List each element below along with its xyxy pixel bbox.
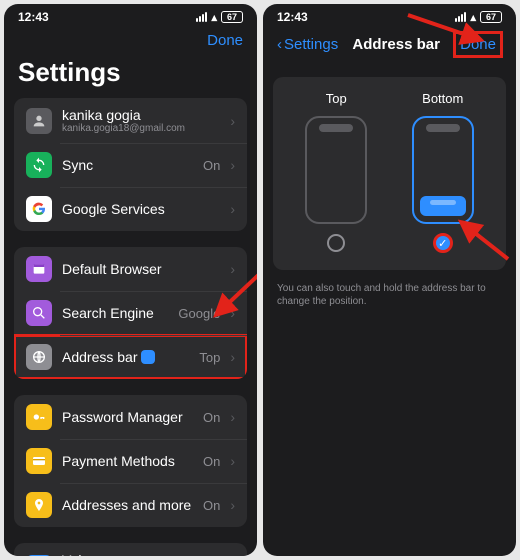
- mock-top-preview: [305, 116, 367, 224]
- sync-label: Sync: [62, 157, 193, 173]
- payment-methods-label: Payment Methods: [62, 453, 193, 469]
- status-bar: 12:43 ▴ 67: [4, 4, 257, 28]
- search-engine-label: Search Engine: [62, 305, 168, 321]
- address-bar-label: Address bar: [62, 349, 189, 365]
- row-default-browser[interactable]: Default Browser ›: [14, 247, 247, 291]
- chevron-icon: ›: [230, 261, 235, 277]
- mic-icon: [26, 555, 52, 556]
- page-title: Address bar: [352, 36, 440, 53]
- phone-address-bar: 12:43 ▴ 67 ‹ Settings Address bar Done T…: [263, 4, 516, 556]
- row-password-manager[interactable]: Password Manager On ›: [14, 395, 247, 439]
- signal-icon: [196, 12, 207, 22]
- group-autofill: Password Manager On › Payment Methods On…: [14, 395, 247, 527]
- address-bar-options: Top Bottom ✓: [273, 77, 506, 270]
- page-title: Settings: [4, 57, 257, 98]
- radio-unchecked-icon[interactable]: [327, 234, 345, 252]
- key-icon: [26, 404, 52, 430]
- search-icon: [26, 300, 52, 326]
- row-addresses[interactable]: Addresses and more On ›: [14, 483, 247, 527]
- payment-methods-value: On: [203, 454, 220, 469]
- row-account[interactable]: kanika gogia kanika.gogia18@gmail.com ›: [14, 98, 247, 143]
- group-advanced: Voice Search English (India) › Safety Ch…: [14, 543, 247, 556]
- chevron-icon: ›: [230, 113, 235, 129]
- card-icon: [26, 448, 52, 474]
- chevron-icon: ›: [230, 157, 235, 173]
- nav-row: ‹ Settings Address bar Done: [263, 28, 516, 65]
- pin-icon: [26, 492, 52, 518]
- option-bottom-label: Bottom: [422, 91, 463, 106]
- row-address-bar[interactable]: Address bar Top ›: [14, 335, 247, 379]
- row-voice-search[interactable]: Voice Search English (India) ›: [14, 543, 247, 556]
- default-browser-label: Default Browser: [62, 261, 220, 277]
- battery-indicator: 67: [221, 11, 243, 23]
- option-top[interactable]: Top: [305, 91, 367, 252]
- battery-indicator: 67: [480, 11, 502, 23]
- status-time: 12:43: [277, 10, 308, 24]
- status-bar: 12:43 ▴ 67: [263, 4, 516, 28]
- signal-icon: [455, 12, 466, 22]
- back-button[interactable]: ‹ Settings: [277, 36, 338, 53]
- address-bar-value: Top: [199, 350, 220, 365]
- chevron-icon: ›: [230, 349, 235, 365]
- option-top-label: Top: [326, 91, 347, 106]
- status-right: ▴ 67: [196, 11, 243, 24]
- phone-settings: 12:43 ▴ 67 Done Settings kanika gogia ka…: [4, 4, 257, 556]
- hint-text: You can also touch and hold the address …: [263, 282, 516, 308]
- search-engine-value: Google: [178, 306, 220, 321]
- done-button[interactable]: Done: [454, 32, 502, 57]
- nav-row: Done: [4, 28, 257, 57]
- mock-bottom-preview: [412, 116, 474, 224]
- status-right: ▴ 67: [455, 11, 502, 24]
- account-label: kanika gogia kanika.gogia18@gmail.com: [62, 107, 220, 134]
- globe-icon: [26, 344, 52, 370]
- chevron-icon: ›: [230, 305, 235, 321]
- sync-value: On: [203, 158, 220, 173]
- chevron-icon: ›: [230, 497, 235, 513]
- row-sync[interactable]: Sync On ›: [14, 143, 247, 187]
- radio-checked-icon[interactable]: ✓: [434, 234, 452, 252]
- wifi-icon: ▴: [470, 11, 476, 24]
- done-button[interactable]: Done: [207, 32, 243, 49]
- chevron-icon: ›: [230, 453, 235, 469]
- default-browser-icon: [26, 256, 52, 282]
- row-search-engine[interactable]: Search Engine Google ›: [14, 291, 247, 335]
- option-bottom[interactable]: Bottom ✓: [412, 91, 474, 252]
- google-services-label: Google Services: [62, 201, 220, 217]
- status-time: 12:43: [18, 10, 49, 24]
- wifi-icon: ▴: [211, 11, 217, 24]
- user-icon: [26, 108, 52, 134]
- row-google-services[interactable]: Google Services ›: [14, 187, 247, 231]
- chevron-icon: ›: [230, 201, 235, 217]
- new-badge-icon: [141, 350, 155, 364]
- row-payment-methods[interactable]: Payment Methods On ›: [14, 439, 247, 483]
- group-account: kanika gogia kanika.gogia18@gmail.com › …: [14, 98, 247, 231]
- sync-icon: [26, 152, 52, 178]
- addresses-label: Addresses and more: [62, 497, 193, 513]
- password-manager-value: On: [203, 410, 220, 425]
- chevron-icon: ›: [230, 409, 235, 425]
- addresses-value: On: [203, 498, 220, 513]
- google-icon: [26, 196, 52, 222]
- group-browser: Default Browser › Search Engine Google ›…: [14, 247, 247, 379]
- password-manager-label: Password Manager: [62, 409, 193, 425]
- voice-search-label: Voice Search: [62, 552, 127, 556]
